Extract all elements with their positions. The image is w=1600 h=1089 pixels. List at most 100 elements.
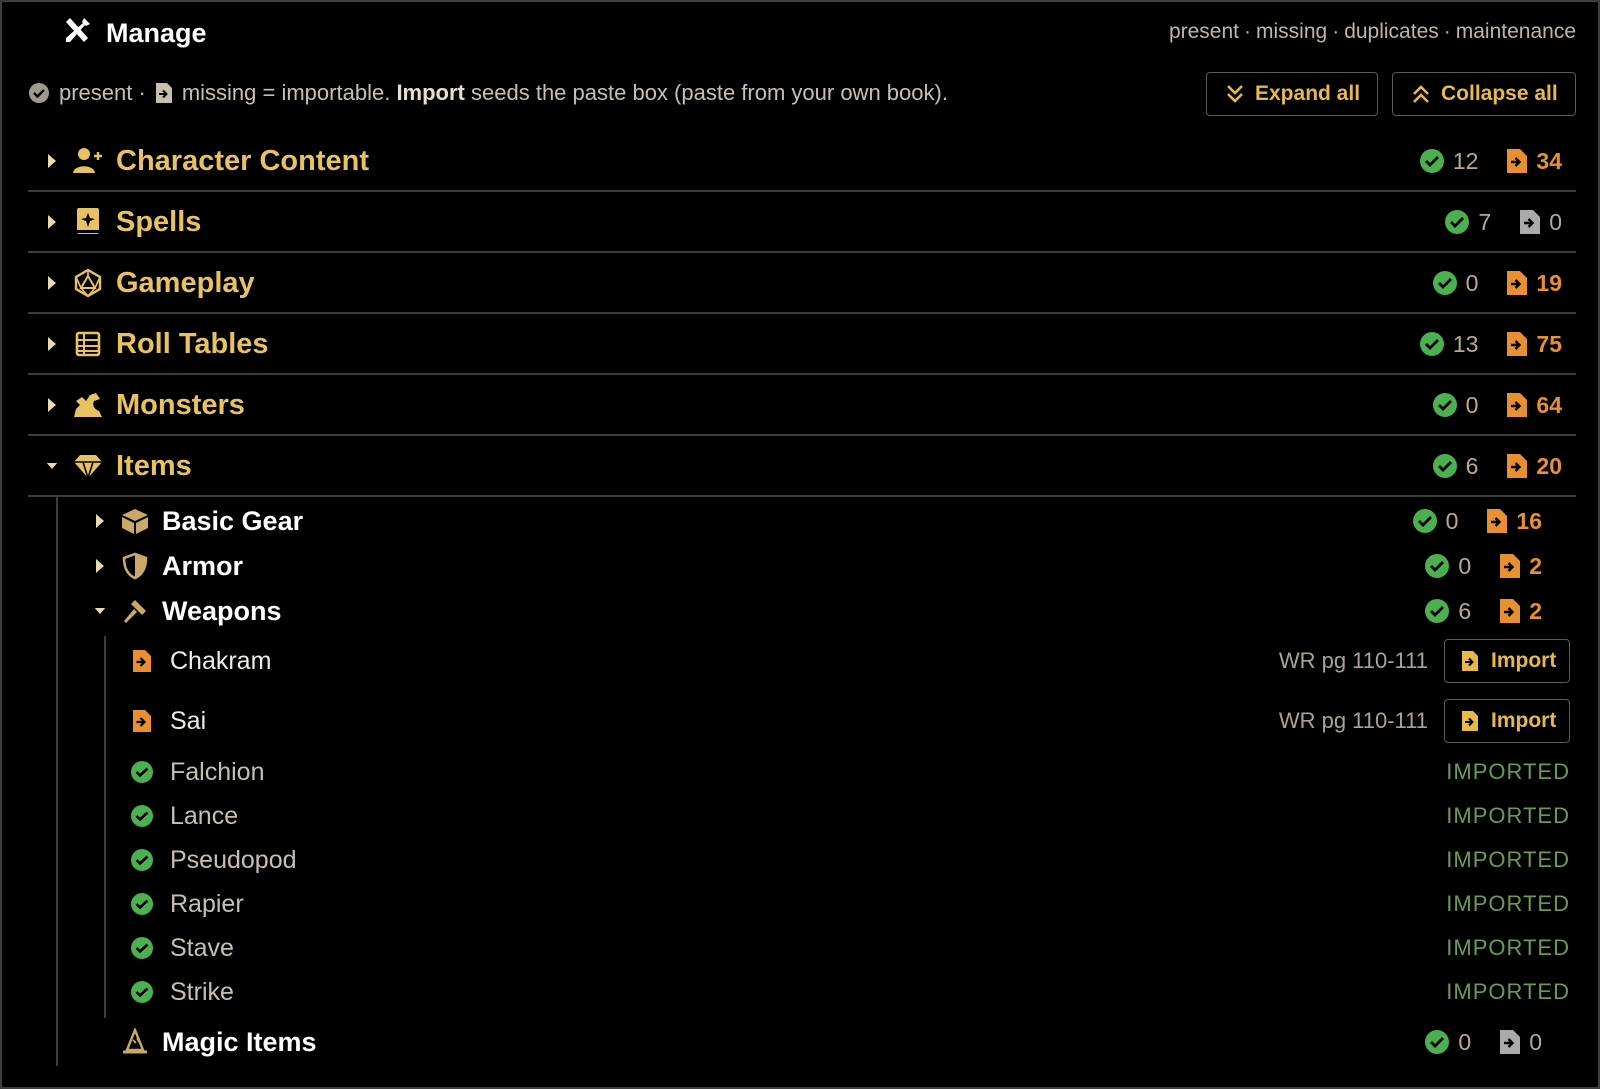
nav-present[interactable]: present xyxy=(1169,20,1239,43)
file-import-icon xyxy=(1461,710,1479,732)
shield-icon xyxy=(120,551,150,581)
category-row-roll-tables[interactable]: Roll Tables 13 75 xyxy=(28,315,1576,375)
imported-status: IMPORTED xyxy=(1446,803,1570,828)
import-button[interactable]: Import xyxy=(1444,639,1570,683)
item-name: Pseudopod xyxy=(170,845,297,874)
present-count: 6 xyxy=(1458,597,1472,624)
subcategory-row-magic-items[interactable]: Magic Items 0 0 xyxy=(92,1020,1576,1064)
missing-count: 2 xyxy=(1529,597,1542,624)
category-label: Gameplay xyxy=(116,266,255,299)
page-reference: WR pg 110-111 xyxy=(1278,648,1428,673)
caret-right-icon xyxy=(46,153,58,169)
check-circle-icon xyxy=(1424,553,1450,579)
expand-all-button[interactable]: Expand all xyxy=(1206,72,1378,116)
page-reference: WR pg 110-111 xyxy=(1278,708,1428,733)
legend-rest: seeds the paste box (paste from your own… xyxy=(471,80,948,105)
category-row-spells[interactable]: Spells 7 0 xyxy=(28,193,1576,253)
missing-count: 0 xyxy=(1529,1028,1542,1055)
file-import-icon xyxy=(1486,508,1508,534)
category-row-gameplay[interactable]: Gameplay 0 19 xyxy=(28,254,1576,314)
import-button[interactable]: Import xyxy=(1444,699,1570,743)
manage-panel: Manage present · missing · duplicates · mainte… xyxy=(0,0,1600,1089)
imported-status: IMPORTED xyxy=(1446,935,1570,960)
subcategory-label: Weapons xyxy=(162,595,282,626)
user-plus-icon xyxy=(72,145,104,177)
file-import-icon xyxy=(1506,270,1528,296)
list-item-rapier: Rapier IMPORTED xyxy=(130,888,1570,920)
caret-right-icon xyxy=(94,513,106,529)
caret-right-icon xyxy=(46,336,58,352)
double-chevron-down-icon xyxy=(1225,83,1245,105)
spellbook-icon xyxy=(72,206,104,238)
wizard-hat-icon xyxy=(120,1027,150,1057)
check-circle-icon xyxy=(1432,392,1458,418)
present-count: 7 xyxy=(1478,208,1492,235)
list-item-chakram: Chakram WR pg 110-111 Import xyxy=(130,639,1570,683)
check-circle-icon xyxy=(130,760,154,784)
subcategory-row-armor[interactable]: Armor 0 2 xyxy=(92,544,1576,588)
page-title: Manage xyxy=(106,18,207,48)
missing-count: 2 xyxy=(1529,552,1542,579)
table-icon xyxy=(72,328,104,360)
hammer-icon xyxy=(120,596,150,626)
d20-icon xyxy=(72,267,104,299)
present-count: 0 xyxy=(1458,552,1472,579)
nav-duplicates[interactable]: duplicates xyxy=(1344,20,1439,43)
legend-missing: missing = importable. xyxy=(181,80,391,105)
imported-status: IMPORTED xyxy=(1446,891,1570,916)
item-name: Falchion xyxy=(170,757,265,786)
check-circle-icon xyxy=(1412,508,1438,534)
category-row-character-content[interactable]: Character Content 12 34 xyxy=(28,132,1576,192)
category-label: Roll Tables xyxy=(116,327,269,360)
category-row-items[interactable]: Items 6 20 xyxy=(28,437,1576,497)
caret-right-icon xyxy=(46,397,58,413)
check-circle-icon xyxy=(1424,1029,1450,1055)
item-name: Lance xyxy=(170,801,239,830)
caret-right-icon xyxy=(46,275,58,291)
present-count: 0 xyxy=(1465,269,1479,296)
file-import-icon xyxy=(1506,453,1528,479)
check-circle-icon xyxy=(130,892,154,916)
file-import-icon xyxy=(155,82,173,104)
item-name: Stave xyxy=(170,933,234,962)
subcategory-row-weapons[interactable]: Weapons 6 2 xyxy=(92,589,1576,633)
check-circle-icon xyxy=(130,804,154,828)
missing-count: 64 xyxy=(1536,391,1562,418)
check-circle-icon xyxy=(28,82,50,104)
check-circle-icon xyxy=(1432,270,1458,296)
list-item-pseudopod: Pseudopod IMPORTED xyxy=(130,844,1570,876)
present-count: 13 xyxy=(1452,330,1479,357)
check-circle-icon xyxy=(130,848,154,872)
subcategory-label: Armor xyxy=(162,550,244,581)
item-name: Strike xyxy=(170,977,234,1006)
check-circle-icon xyxy=(1419,148,1445,174)
file-import-icon xyxy=(1506,148,1528,174)
caret-right-icon xyxy=(46,214,58,230)
list-item-falchion: Falchion IMPORTED xyxy=(130,756,1570,788)
legend-present: present · xyxy=(59,80,146,105)
subcategory-label: Magic Items xyxy=(162,1026,317,1057)
item-name: Sai xyxy=(170,706,207,735)
list-item-stave: Stave IMPORTED xyxy=(130,932,1570,964)
nav-missing[interactable]: missing xyxy=(1256,20,1327,43)
double-chevron-up-icon xyxy=(1411,83,1431,105)
caret-down-icon xyxy=(46,458,58,474)
collapse-all-button[interactable]: Collapse all xyxy=(1392,72,1576,116)
file-import-icon xyxy=(1499,1029,1521,1055)
subcategory-row-basic-gear[interactable]: Basic Gear 0 16 xyxy=(92,499,1576,543)
caret-right-icon xyxy=(94,558,106,574)
present-count: 0 xyxy=(1465,391,1479,418)
category-row-monsters[interactable]: Monsters 0 64 xyxy=(28,376,1576,436)
category-label: Monsters xyxy=(116,388,245,421)
category-label: Spells xyxy=(116,205,202,238)
tools-icon xyxy=(62,16,92,51)
items-tree-line xyxy=(56,496,58,1066)
file-import-icon xyxy=(130,709,154,733)
present-count: 0 xyxy=(1445,507,1459,534)
check-circle-icon xyxy=(130,980,154,1004)
file-import-icon xyxy=(130,649,154,673)
header: Manage xyxy=(62,16,207,51)
caret-down-icon xyxy=(94,603,106,619)
imported-status: IMPORTED xyxy=(1446,847,1570,872)
nav-maintenance[interactable]: maintenance xyxy=(1456,20,1576,43)
